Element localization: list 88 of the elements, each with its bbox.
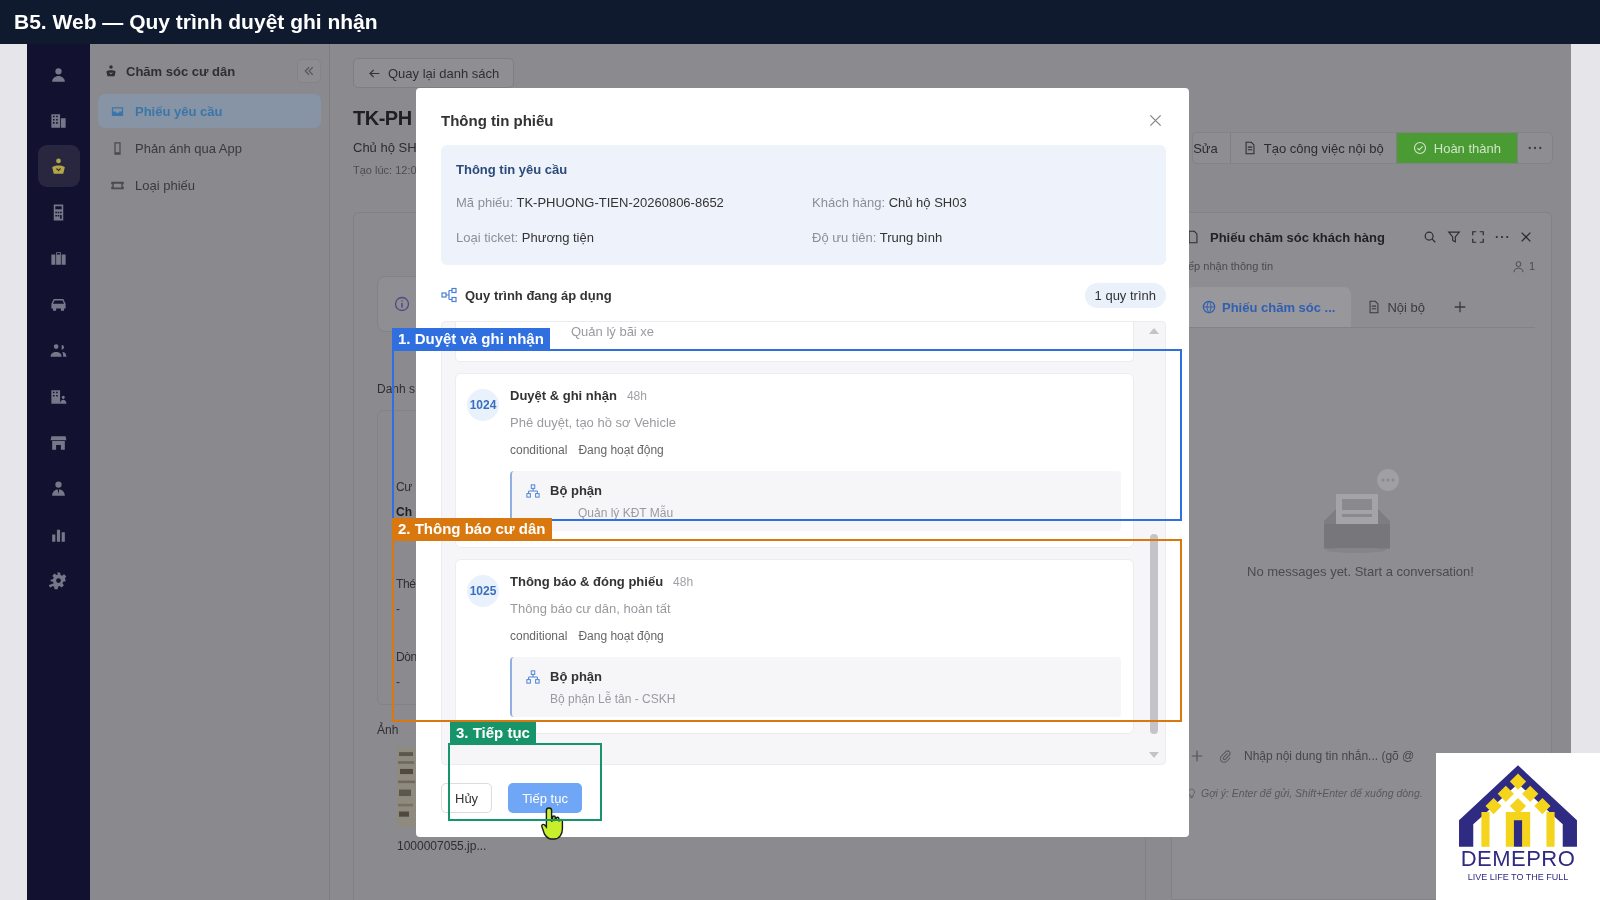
assignee-label: Bộ phận <box>550 482 602 500</box>
field-label: Thé <box>396 577 417 592</box>
video-title: B5. Web — Quy trình duyệt ghi nhận <box>14 10 378 34</box>
message-field[interactable]: Nhập nội dung tin nhắn... (gõ @ <box>1244 749 1430 763</box>
annotation-label: 1. Duyệt và ghi nhận <box>392 328 550 349</box>
step-description: Phê duyệt, tạo hồ sơ Vehicle <box>510 414 678 432</box>
file-name: 1000007055.jp... <box>397 839 487 853</box>
chat-title: Phiếu chăm sóc khách hàng <box>1210 229 1385 245</box>
caregiver-icon <box>104 64 118 78</box>
field-value: - <box>396 675 401 690</box>
step-description: Thông báo cư dân, hoàn tất <box>510 600 672 618</box>
step-name: Thông báo & đóng phiếu <box>510 573 664 591</box>
search-icon <box>1423 230 1437 244</box>
chat-subtitle: ếp nhận thông tin <box>1188 260 1274 272</box>
step-number: 1025 <box>467 575 499 607</box>
annotation-label: 3. Tiếp tục <box>450 722 536 743</box>
document-icon <box>1367 300 1382 314</box>
section-title: Quy trình đang áp dụng <box>465 287 612 303</box>
house-logo-icon <box>1457 763 1579 847</box>
double-chevron-left-icon <box>303 65 315 77</box>
filter-icon <box>1447 230 1461 244</box>
org-chart-icon <box>526 670 540 684</box>
close-icon <box>1519 230 1533 244</box>
sidebar-item[interactable]: Loại phiếu <box>98 168 321 202</box>
field-label: Dòn <box>396 650 418 665</box>
info-field: Loại ticket: Phương tiện <box>456 230 812 245</box>
dialog-title: Thông tin phiếu <box>441 112 554 129</box>
person-icon <box>49 478 68 498</box>
section-label: Ảnh <box>377 723 399 738</box>
logo-tagline: LIVE LIFE TO THE FULL <box>1467 871 1569 883</box>
globe-icon <box>1202 300 1216 314</box>
sidebar-item[interactable]: Phản ánh qua App <box>98 131 321 165</box>
workflow-icon <box>441 287 457 303</box>
field-value: Ch <box>396 505 413 520</box>
customer-name: Chủ hộ SH <box>353 140 417 155</box>
continue-button[interactable]: Tiếp tục <box>508 783 582 813</box>
cancel-button[interactable]: Hủy <box>441 783 493 813</box>
complete-button[interactable]: Hoàn thành <box>1395 133 1517 163</box>
info-field: Khách hàng: Chủ hộ SH03 <box>812 195 1151 210</box>
step-number: 1024 <box>467 389 499 421</box>
expand-button[interactable] <box>1469 228 1487 246</box>
plus-icon <box>1453 300 1467 314</box>
paperclip-icon <box>1218 749 1232 763</box>
back-button[interactable]: Quay lại danh sách <box>353 58 515 88</box>
info-field: Độ ưu tiên: Trung bình <box>812 230 1151 245</box>
step-name: Duyệt & ghi nhận <box>510 387 617 405</box>
assignee-label: Bộ phận <box>550 668 602 686</box>
ticket-title: TK-PH <box>353 106 413 131</box>
chat-tab[interactable]: Phiếu chăm sóc ... <box>1186 287 1352 327</box>
close-icon <box>1148 113 1163 128</box>
assignee-name: Quản lý bãi xe <box>571 324 655 339</box>
step-type: conditional <box>510 442 568 459</box>
lightbulb-icon <box>1186 787 1197 799</box>
plus-icon <box>1190 749 1204 763</box>
settings-icon <box>49 570 68 590</box>
org-chart-icon <box>526 484 540 498</box>
document-icon <box>1186 230 1200 244</box>
person-icon <box>1511 259 1525 273</box>
step-status: Đang hoạt động <box>578 628 664 645</box>
more-icon <box>1495 235 1509 239</box>
info-field: Mã phiếu: TK-PHUONG-TIEN-20260806-8652 <box>456 195 812 210</box>
field-value: - <box>396 602 401 617</box>
step-duration: 48h <box>626 388 647 405</box>
step-status: Đang hoạt động <box>578 442 664 459</box>
member-count: 1 <box>1528 260 1535 272</box>
step-duration: 48h <box>673 574 694 591</box>
document-icon <box>1242 141 1257 155</box>
logo-name: DEMEPRO <box>1460 847 1576 871</box>
expand-icon <box>1471 230 1485 244</box>
check-circle-icon <box>1412 141 1427 155</box>
sidebar-title: Chăm sóc cư dân <box>126 63 237 79</box>
panel-title: Thông tin yêu cầu <box>456 161 569 179</box>
nav-button[interactable] <box>37 145 80 187</box>
workflow-count: 1 quy trình <box>1084 282 1166 308</box>
field-label: Cư <box>396 480 413 495</box>
chat-tab[interactable]: Nội bộ <box>1351 287 1441 327</box>
assignee-name: Bộ phận Lễ tân - CSKH <box>549 691 677 707</box>
step-type: conditional <box>510 628 568 645</box>
more-button[interactable] <box>1493 233 1511 241</box>
caregiver-icon <box>49 156 68 176</box>
created-time: Tạo lúc: 12:0 <box>353 164 417 176</box>
empty-message: No messages yet. Start a conversation! <box>1247 564 1474 579</box>
info-icon <box>394 296 410 312</box>
more-icon <box>1528 146 1542 150</box>
create-task-button[interactable]: Tạo công việc nội bộ <box>1229 133 1396 163</box>
annotation-label: 2. Thông báo cư dân <box>392 518 552 539</box>
scrollbar-thumb[interactable] <box>1150 534 1158 734</box>
edit-button[interactable]: Sửa <box>1193 133 1230 163</box>
